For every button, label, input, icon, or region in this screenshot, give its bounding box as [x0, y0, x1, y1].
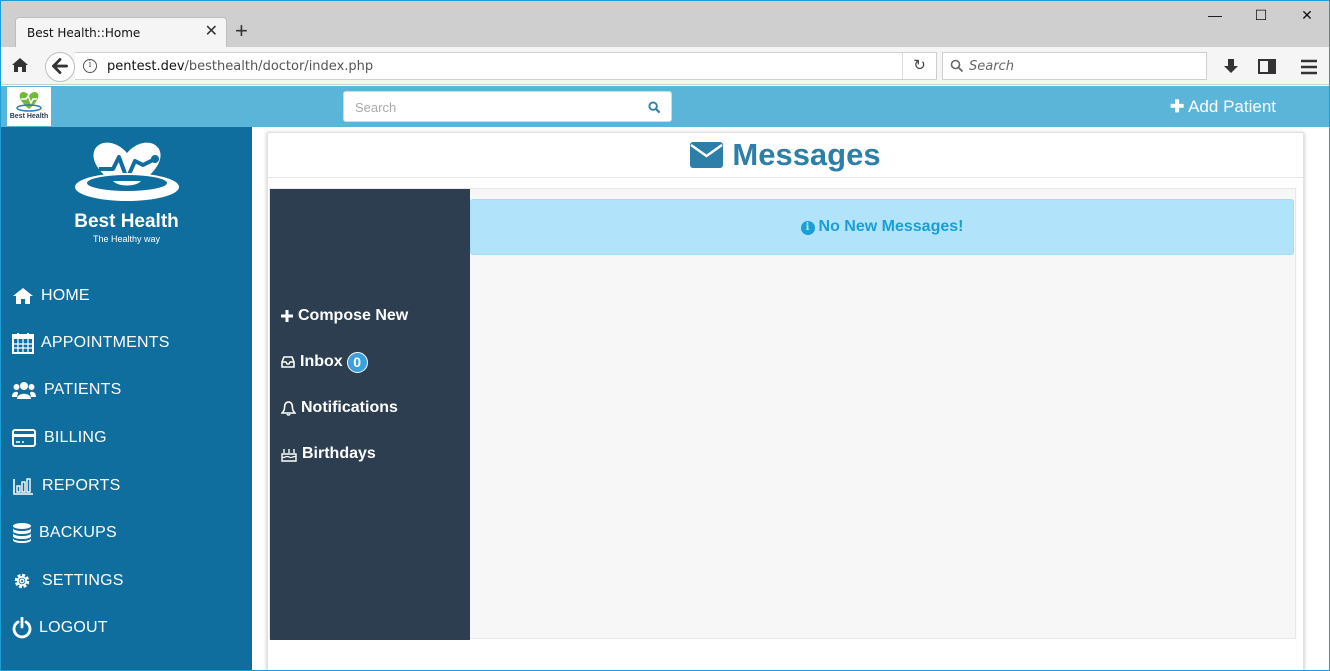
new-tab-button[interactable]: +: [235, 20, 248, 42]
page-title: Messages: [268, 133, 1303, 178]
compose-new-link[interactable]: Compose New: [281, 305, 408, 327]
no-messages-alert: i No New Messages!: [470, 199, 1294, 255]
sidebar-item-label: BACKUPS: [39, 524, 117, 541]
inbox-link[interactable]: Inbox 0: [281, 351, 368, 373]
bell-icon: [281, 400, 296, 416]
sidebar-item-label: HOME: [41, 287, 90, 304]
credit-card-icon: [12, 429, 36, 447]
messages-area: Compose New Inbox 0 Notifications Birthd…: [269, 188, 1296, 640]
add-patient-button[interactable]: ✚ Add Patient: [1170, 97, 1276, 117]
home-button-icon[interactable]: [10, 55, 30, 75]
database-icon: [13, 523, 31, 543]
calendar-icon: [12, 333, 34, 354]
sidebar-item-label: PATIENTS: [44, 381, 122, 398]
inbox-label: Inbox: [300, 353, 343, 370]
app-search-input[interactable]: Search: [343, 91, 672, 122]
minimize-button[interactable]: —: [1195, 7, 1235, 23]
gear-icon: [14, 573, 30, 589]
add-patient-label: Add Patient: [1188, 97, 1276, 116]
download-icon[interactable]: [1221, 57, 1241, 77]
page-title-text: Messages: [732, 137, 881, 172]
back-button[interactable]: [45, 52, 75, 82]
inbox-icon: [281, 356, 295, 368]
sidebar-item-label: BILLING: [44, 429, 107, 446]
app-search-placeholder: Search: [355, 100, 397, 115]
inbox-count-badge: 0: [346, 351, 368, 373]
birthdays-label: Birthdays: [302, 445, 376, 462]
tab-close-icon[interactable]: ✕: [205, 23, 218, 41]
browser-titlebar: Best Health::Home ✕ + — ☐ ✕: [1, 1, 1329, 47]
sidebar-item-label: REPORTS: [42, 477, 121, 494]
sidebar-item-label: LOGOUT: [39, 619, 108, 636]
users-icon: [12, 382, 36, 399]
notifications-link[interactable]: Notifications: [281, 397, 398, 419]
plus-icon: [281, 310, 293, 322]
notifications-label: Notifications: [301, 399, 398, 416]
close-window-button[interactable]: ✕: [1287, 7, 1327, 24]
tab-title: Best Health::Home: [27, 26, 141, 40]
search-icon: [950, 59, 964, 73]
info-icon: i: [800, 221, 815, 235]
browser-window: Best Health::Home ✕ + — ☐ ✕ i pentest.de…: [0, 0, 1330, 671]
birthday-cake-icon: [281, 448, 297, 462]
bar-chart-icon: [13, 478, 33, 495]
sidebar-item-patients[interactable]: PATIENTS: [1, 370, 252, 410]
logo-text: Best Health: [10, 113, 49, 120]
sidebar-item-appointments[interactable]: APPOINTMENTS: [1, 323, 252, 363]
info-icon[interactable]: i: [83, 59, 97, 73]
logo-icon: Best Health: [10, 92, 49, 120]
menu-icon[interactable]: [1299, 57, 1319, 77]
messages-panel: Messages Compose New Inbox 0 Notificatio…: [267, 132, 1304, 670]
url-text: pentest.dev/besthealth/doctor/index.php: [107, 59, 374, 74]
browser-search-placeholder: Search: [969, 59, 1014, 74]
birthdays-link[interactable]: Birthdays: [281, 443, 376, 465]
envelope-icon: [690, 142, 724, 168]
maximize-button[interactable]: ☐: [1241, 7, 1281, 24]
alert-text: No New Messages!: [818, 218, 964, 235]
sidebar-item-backups[interactable]: BACKUPS: [1, 513, 252, 553]
brand-tagline: The Healthy way: [92, 234, 161, 244]
sidebar-item-label: APPOINTMENTS: [41, 334, 170, 351]
sidebar-item-reports[interactable]: REPORTS: [1, 466, 252, 506]
url-bar[interactable]: i pentest.dev/besthealth/doctor/index.ph…: [75, 52, 937, 80]
power-icon: [12, 617, 32, 639]
browser-tab[interactable]: Best Health::Home ✕: [15, 17, 227, 47]
sidebar-toggle-icon[interactable]: [1257, 57, 1277, 77]
browser-search-bar[interactable]: Search: [942, 52, 1207, 80]
sidebar-item-label: SETTINGS: [42, 572, 124, 589]
plus-icon: ✚: [1170, 97, 1185, 116]
compose-new-label: Compose New: [298, 307, 409, 324]
messages-nav: Compose New Inbox 0 Notifications Birthd…: [270, 189, 470, 640]
sidebar-item-home[interactable]: HOME: [1, 276, 252, 316]
reload-icon[interactable]: ↻: [902, 53, 936, 79]
sidebar-item-billing[interactable]: BILLING: [1, 418, 252, 458]
header-logo[interactable]: Best Health: [7, 87, 51, 126]
brand-logo-icon: [75, 142, 179, 201]
sidebar: Best Health The Healthy way HOME APPOINT…: [1, 127, 252, 670]
sidebar-item-settings[interactable]: SETTINGS: [1, 561, 252, 601]
home-icon: [13, 288, 33, 304]
brand-name: Best Health: [74, 211, 179, 232]
sidebar-item-logout[interactable]: LOGOUT: [1, 608, 252, 648]
arrow-left-icon: [52, 58, 68, 74]
app-header: Best Health Search ✚ Add Patient: [1, 86, 1329, 127]
browser-toolbar: i pentest.dev/besthealth/doctor/index.ph…: [1, 47, 1329, 85]
search-icon[interactable]: [648, 101, 661, 114]
